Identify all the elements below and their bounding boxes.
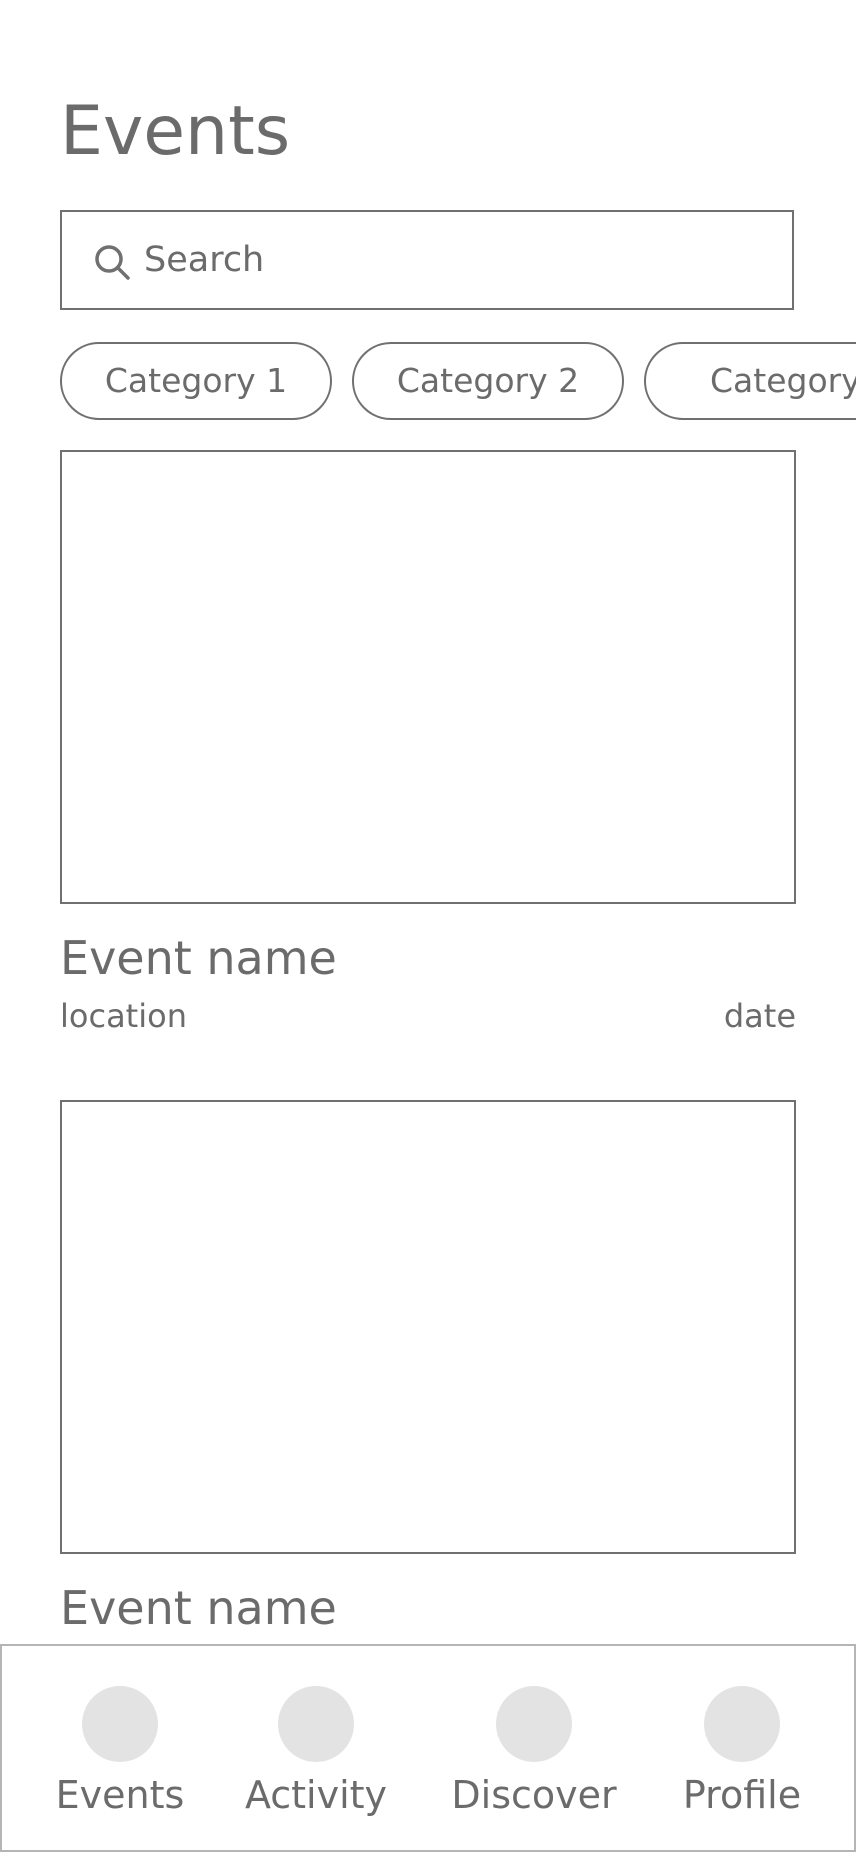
- nav-label: Activity: [244, 1773, 388, 1817]
- search-icon: [95, 245, 130, 280]
- event-image-placeholder[interactable]: [60, 450, 796, 904]
- nav-label: Events: [55, 1773, 185, 1817]
- category-chip-2[interactable]: Category 2: [352, 342, 624, 420]
- event-date: date: [723, 997, 796, 1035]
- search-bar[interactable]: [60, 210, 794, 310]
- events-screen: Events Category 1 Category 2 Category 3 …: [0, 0, 856, 1852]
- nav-item-events[interactable]: Events: [35, 1686, 205, 1836]
- search-input[interactable]: [144, 230, 744, 290]
- event-name[interactable]: Event name: [60, 1580, 337, 1636]
- profile-icon: [704, 1686, 780, 1762]
- nav-item-activity[interactable]: Activity: [231, 1686, 401, 1836]
- category-chip-1[interactable]: Category 1: [60, 342, 332, 420]
- event-location: location: [60, 997, 187, 1035]
- nav-item-profile[interactable]: Profile: [657, 1686, 827, 1836]
- event-image-placeholder[interactable]: [60, 1100, 796, 1554]
- nav-item-discover[interactable]: Discover: [449, 1686, 619, 1836]
- activity-icon: [278, 1686, 354, 1762]
- nav-label: Discover: [451, 1773, 617, 1817]
- events-icon: [82, 1686, 158, 1762]
- event-name[interactable]: Event name: [60, 930, 337, 986]
- discover-icon: [496, 1686, 572, 1762]
- bottom-navigation: Events Activity Discover Profile: [0, 1644, 856, 1852]
- page-title: Events: [60, 92, 291, 171]
- nav-label: Profile: [682, 1773, 802, 1817]
- category-chip-3[interactable]: Category 3: [644, 342, 856, 420]
- category-filter-list: Category 1 Category 2 Category 3: [60, 342, 856, 420]
